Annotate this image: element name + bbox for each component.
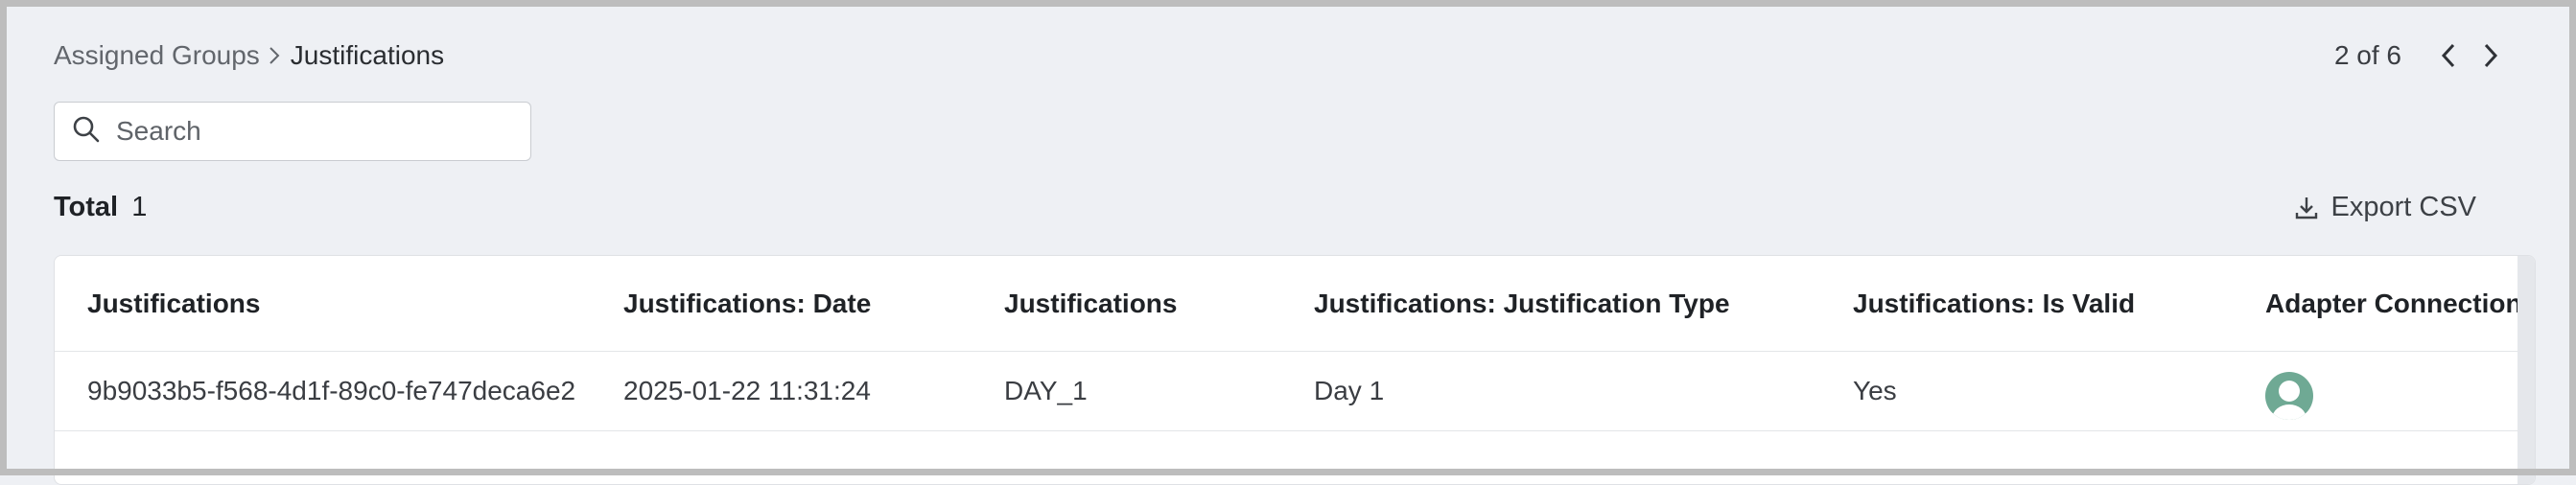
table-cell: Yes: [1853, 376, 1897, 405]
table-cell: [2265, 352, 2313, 430]
breadcrumb: Assigned Groups Justifications: [54, 38, 444, 73]
pagination-status: 2 of 6: [2333, 40, 2401, 70]
chevron-right-icon: [268, 45, 281, 66]
export-csv-button[interactable]: Export CSV: [2293, 192, 2477, 223]
chevron-right-icon: [2484, 43, 2498, 68]
next-page-button[interactable]: [2472, 37, 2509, 74]
total-count: 1: [131, 192, 148, 222]
table-row[interactable]: 9b9033b5-f568-4d1f-89c0-fe747deca6e2 202…: [55, 352, 2519, 431]
export-csv-label: Export CSV: [2330, 192, 2477, 222]
download-icon: [2295, 196, 2317, 219]
user-avatar-icon[interactable]: [2265, 372, 2313, 420]
results-table: Justifications Justifications: Date Just…: [54, 255, 2536, 485]
horizontal-scrollbar[interactable]: [2517, 256, 2535, 484]
search-icon: [72, 115, 101, 149]
breadcrumb-current: Justifications: [290, 40, 445, 70]
previous-page-button[interactable]: [2430, 37, 2467, 74]
table-header-row: Justifications Justifications: Date Just…: [55, 256, 2535, 352]
total-label: Total: [54, 192, 119, 222]
search-input[interactable]: [114, 115, 502, 148]
search-box: [54, 102, 531, 161]
table-cell: 2025-01-22 11:31:24: [623, 376, 871, 405]
column-header[interactable]: Justifications: [87, 256, 260, 351]
table-cell: Day 1: [1314, 376, 1385, 405]
column-header[interactable]: Adapter Connections: [2265, 256, 2535, 351]
chevron-left-icon: [2441, 43, 2455, 68]
pagination: 2 of 6: [2334, 38, 2509, 73]
column-header[interactable]: Justifications: Justification Type: [1314, 256, 1730, 351]
total-summary: Total 1: [54, 192, 147, 223]
column-header[interactable]: Justifications: Date: [623, 256, 871, 351]
breadcrumb-assigned-groups-link[interactable]: Assigned Groups: [54, 40, 260, 71]
table-cell: 9b9033b5-f568-4d1f-89c0-fe747deca6e2: [87, 376, 576, 405]
column-header[interactable]: Justifications: [1004, 256, 1177, 351]
table-cell: DAY_1: [1004, 376, 1088, 405]
column-header[interactable]: Justifications: Is Valid: [1853, 256, 2135, 351]
